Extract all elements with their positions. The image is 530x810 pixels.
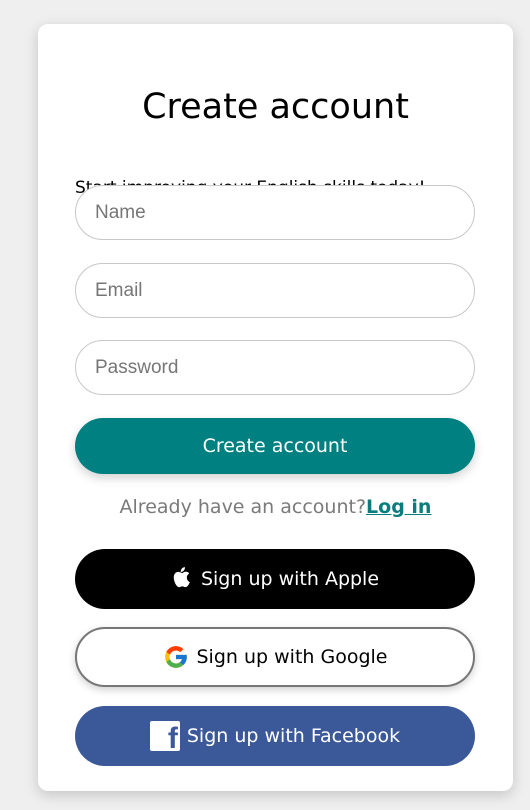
password-input[interactable] — [75, 340, 475, 395]
signup-card: Create account Start improving your Engl… — [38, 24, 513, 791]
login-prompt-text: Already have an account? — [119, 496, 367, 518]
facebook-icon: f — [149, 721, 180, 754]
google-icon — [163, 644, 189, 670]
facebook-signup-button[interactable]: f Sign up with Facebook — [75, 706, 475, 766]
apple-signup-label: Sign up with Apple — [200, 568, 380, 590]
login-link[interactable]: Log in — [366, 496, 431, 518]
create-account-label: Create account — [202, 435, 348, 457]
google-signup-button[interactable]: Sign up with Google — [75, 627, 475, 687]
google-signup-label: Sign up with Google — [196, 646, 388, 668]
email-input[interactable] — [75, 263, 475, 318]
apple-icon — [171, 566, 193, 592]
name-input[interactable] — [75, 185, 475, 240]
page-title: Create account — [142, 87, 409, 127]
facebook-signup-label: Sign up with Facebook — [186, 725, 401, 747]
create-account-button[interactable]: Create account — [75, 418, 475, 474]
apple-signup-button[interactable]: Sign up with Apple — [75, 549, 475, 609]
login-prompt: Already have an account?Log in — [38, 496, 513, 518]
